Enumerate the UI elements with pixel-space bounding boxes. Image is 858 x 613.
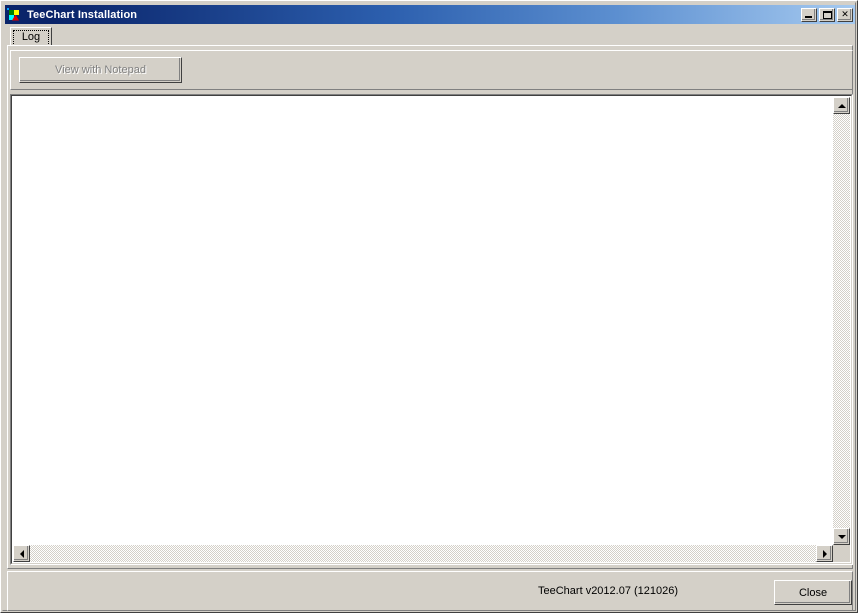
minimize-icon — [805, 15, 812, 18]
view-with-notepad-label: View with Notepad — [55, 64, 146, 76]
scroll-up-arrow-icon — [837, 103, 846, 108]
scroll-right-button[interactable] — [816, 545, 833, 562]
maximize-icon — [823, 10, 832, 19]
teechart-app-icon — [7, 6, 23, 23]
title-bar[interactable]: TeeChart Installation ✕ — [5, 5, 855, 24]
view-with-notepad-button[interactable]: View with Notepad — [19, 57, 182, 83]
scroll-right-arrow-icon — [822, 549, 827, 558]
close-dialog-label: Close — [798, 586, 828, 599]
close-icon: ✕ — [841, 9, 849, 19]
scroll-down-button[interactable] — [833, 528, 850, 545]
scroll-down-arrow-icon — [837, 534, 846, 539]
window-inner-frame: TeeChart Installation ✕ Log View with No… — [2, 2, 856, 611]
teechart-installation-window: TeeChart Installation ✕ Log View with No… — [0, 0, 858, 613]
close-window-button[interactable]: ✕ — [837, 7, 853, 22]
horizontal-scroll-track[interactable] — [13, 545, 833, 562]
footer-panel: TeeChart v2012.07 (121026) Close — [7, 571, 853, 611]
icon-yellow-square — [14, 9, 19, 15]
maximize-button[interactable] — [819, 7, 835, 22]
scroll-left-arrow-icon — [19, 549, 24, 558]
log-horizontal-scrollbar[interactable] — [13, 545, 833, 562]
log-memo-area — [10, 94, 853, 565]
close-dialog-button[interactable]: Close — [774, 580, 852, 605]
tab-log-label: Log — [21, 31, 41, 43]
toolbar-panel: View with Notepad — [10, 50, 853, 90]
tab-log[interactable]: Log — [10, 27, 52, 46]
log-text-content[interactable] — [14, 98, 832, 544]
window-title: TeeChart Installation — [27, 8, 138, 21]
vertical-scroll-track[interactable] — [833, 97, 850, 545]
scroll-left-button[interactable] — [13, 545, 30, 562]
log-memo-inner — [11, 95, 852, 564]
scrollbar-corner — [833, 545, 850, 562]
minimize-button[interactable] — [801, 7, 817, 22]
version-status-text: TeeChart v2012.07 (121026) — [538, 585, 679, 597]
window-controls: ✕ — [801, 7, 854, 22]
log-vertical-scrollbar[interactable] — [833, 97, 850, 545]
tab-strip: Log — [7, 27, 853, 46]
scroll-up-button[interactable] — [833, 97, 850, 114]
